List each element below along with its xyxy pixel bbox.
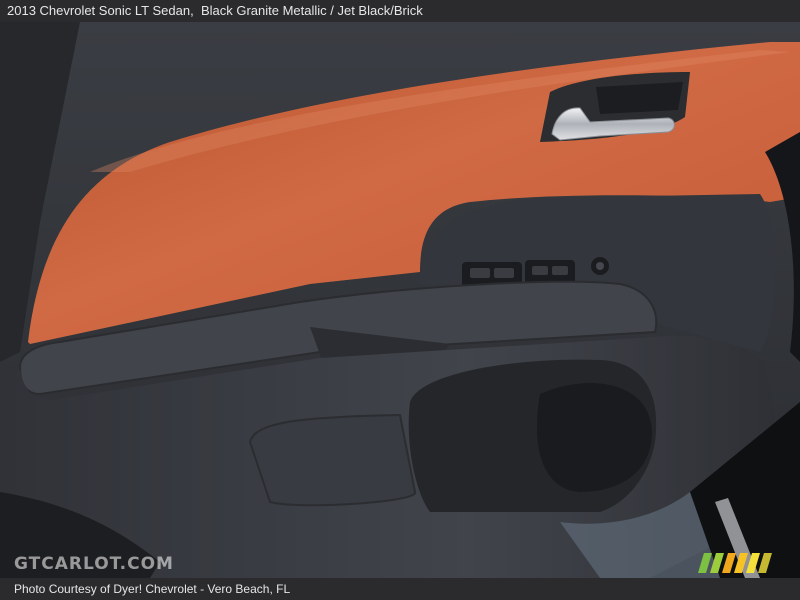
caption-color-info: Black Granite Metallic / Jet Black/Brick (200, 3, 423, 18)
gtcarlot-logo-stripes (698, 553, 772, 573)
door-pocket (248, 413, 417, 507)
credit-text: Photo Courtesy of Dyer! Chevrolet - Vero… (14, 582, 291, 596)
gtcarlot-watermark: GTCARLOT.COM (14, 554, 174, 574)
caption-title: 2013 Chevrolet Sonic LT Sedan, (7, 3, 194, 18)
credit-bar: Photo Courtesy of Dyer! Chevrolet - Vero… (0, 578, 800, 600)
door-panel-photo (0, 22, 800, 578)
caption-bar: 2013 Chevrolet Sonic LT Sedan, Black Gra… (0, 0, 800, 22)
